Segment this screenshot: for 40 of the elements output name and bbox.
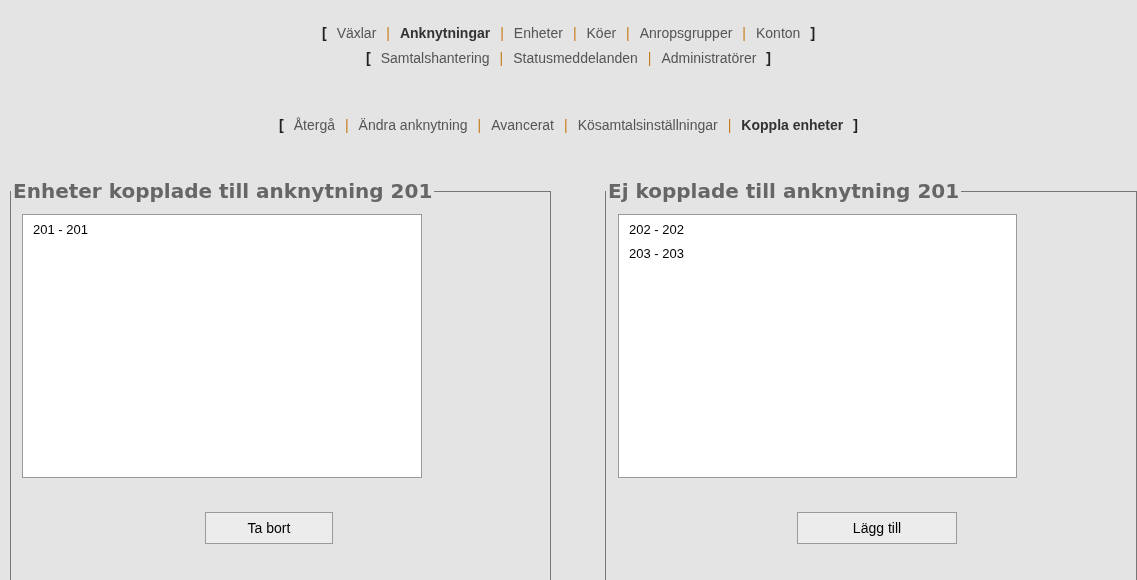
separator: | [626,23,630,43]
separator: | [742,23,746,43]
bracket: [ [321,23,327,43]
nav-link[interactable]: Anropsgrupper [639,22,733,44]
nav-link[interactable]: Anknytningar [399,22,491,44]
panel-legend: Enheter kopplade till anknytning 201 [11,176,435,206]
bracket: ] [853,115,858,135]
bracket: [ [279,115,284,135]
remove-button[interactable]: Ta bort [205,512,333,544]
nav-link[interactable]: Köer [586,22,617,44]
list-option[interactable]: 202 - 202 [629,218,1006,242]
separator: | [647,48,652,68]
panel-legend: Ej kopplade till anknytning 201 [606,176,962,206]
nav-link[interactable]: Återgå [293,114,335,136]
nav-link[interactable]: Koppla enheter [741,114,844,136]
add-button[interactable]: Lägg till [797,512,957,544]
list-box[interactable]: 201 - 201 [22,214,422,478]
nav-link[interactable]: Växlar [336,22,377,44]
separator: | [727,115,732,135]
nav-link[interactable]: Avancerat [491,114,554,136]
nav-link[interactable]: Ändra anknytning [358,114,468,136]
nav-link[interactable]: Samtalshantering [380,47,490,69]
nav-link[interactable]: Konton [756,22,801,44]
separator: | [499,48,504,68]
separator: | [344,115,349,135]
bracket: ] [766,48,771,68]
bracket: [ [365,48,371,68]
list-box[interactable]: 202 - 202 203 - 203 [618,214,1017,478]
nav-link[interactable]: Administratörer [661,47,757,69]
separator: | [477,115,482,135]
list-option[interactable]: 201 - 201 [33,218,411,242]
bracket: ] [810,23,816,43]
nav-link[interactable]: Kösamtalsinställningar [577,114,718,136]
list-option[interactable]: 203 - 203 [629,242,1006,266]
nav-link[interactable]: Statusmeddelanden [513,47,638,69]
separator: | [572,23,577,43]
separator: | [386,23,390,43]
separator: | [564,115,568,135]
nav-link[interactable]: Enheter [513,22,563,44]
separator: | [500,23,504,43]
